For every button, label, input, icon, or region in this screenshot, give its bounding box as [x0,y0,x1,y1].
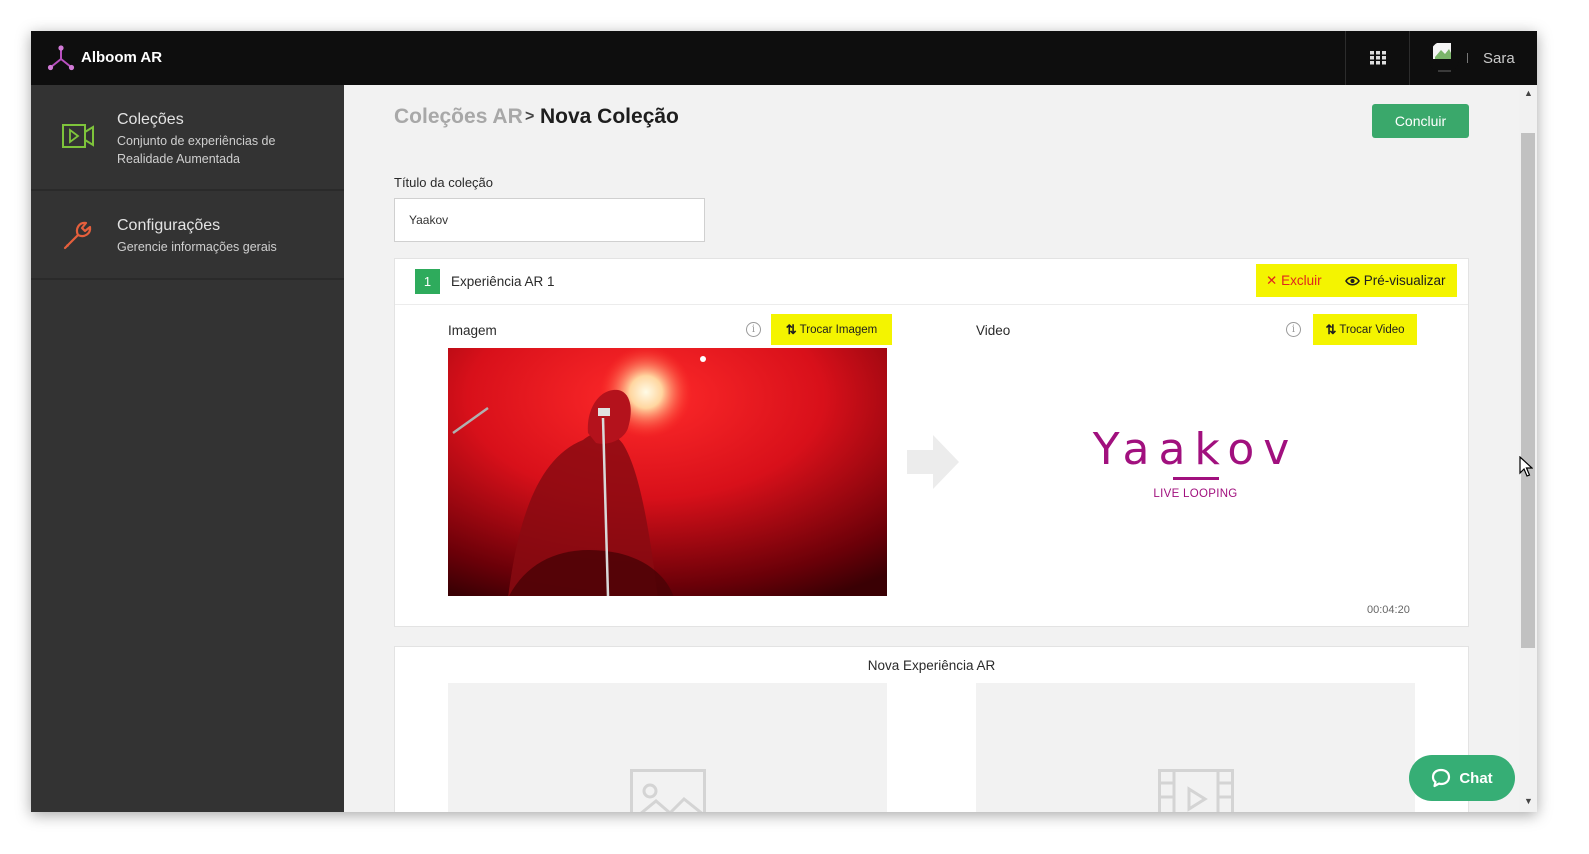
scroll-up-icon[interactable]: ▲ [1524,88,1533,98]
wrench-icon [63,221,92,250]
new-experience-title: Nova Experiência AR [867,658,996,673]
sidebar-item-description: Conjunto de experiências de Realidade Au… [117,134,276,166]
avatar-image-icon [1429,41,1459,75]
video-thumbnail[interactable]: Yaakov LIVE LOOPING [976,348,1415,596]
video-duration: 00:04:20 [1367,604,1410,616]
swap-image-button[interactable]: ⇅ Trocar Imagem [771,314,892,345]
top-bar: Alboom AR Sara [31,31,1537,85]
sidebar-item-title: Coleções [117,111,184,128]
concluir-button[interactable]: Concluir [1372,104,1469,138]
scrollbar[interactable]: ▲ ▼ [1519,85,1537,812]
image-placeholder-icon [630,769,706,812]
experience-title: Experiência AR 1 [451,274,555,289]
swap-video-button[interactable]: ⇅ Trocar Video [1313,314,1417,345]
divider [1173,477,1219,480]
title-field-label: Título da coleção [394,175,494,190]
singer-photo-image [448,348,887,596]
sidebar-item-colecoes[interactable]: Coleções Conjunto de experiências de Rea… [31,85,344,191]
image-label: Imagem [448,323,497,338]
breadcrumb-separator: > [525,108,535,125]
alboom-logo-icon [47,45,75,71]
app-title: Alboom AR [81,49,163,66]
swap-arrows-icon: ⇅ [1325,321,1337,337]
delete-label: Excluir [1281,273,1322,288]
experience-card-header: 1 Experiência AR 1 ✕ Excluir Pré-visuali… [395,259,1468,305]
video-brand-title: Yaakov [1092,424,1299,475]
new-experience-card: Nova Experiência AR [394,646,1469,812]
mouse-cursor-icon [1519,456,1533,477]
title-field[interactable]: Yaakov [394,198,705,242]
user-name[interactable]: Sara [1483,50,1515,67]
image-dropzone[interactable] [448,683,887,812]
divider [1345,31,1346,85]
swap-video-label: Trocar Video [1339,323,1405,336]
avatar[interactable] [1429,41,1459,75]
preview-label: Pré-visualizar [1363,273,1446,288]
chat-label: Chat [1459,769,1493,787]
video-dropzone[interactable] [976,683,1415,812]
info-icon[interactable]: i [746,322,761,337]
sidebar: Coleções Conjunto de experiências de Rea… [31,85,344,812]
preview-button[interactable]: Pré-visualizar [1345,273,1446,288]
swap-image-label: Trocar Imagem [799,323,878,336]
divider [1409,31,1410,85]
app-window: Alboom AR Sara Coleções Conjunto de expe… [31,31,1537,812]
video-label: Video [976,323,1011,338]
chat-button[interactable]: Chat [1409,755,1515,801]
experience-card: 1 Experiência AR 1 ✕ Excluir Pré-visuali… [394,258,1469,627]
grid-icon [1370,51,1386,65]
page-title: Nova Coleção [540,105,679,128]
sidebar-item-configuracoes[interactable]: Configurações Gerencie informações gerai… [31,192,344,280]
sidebar-item-title: Configurações [117,217,221,234]
video-ar-icon [62,124,94,148]
target-image [448,348,887,596]
film-placeholder-icon [1158,769,1234,812]
video-brand-subtitle: LIVE LOOPING [1153,488,1238,500]
divider [1467,53,1468,63]
eye-icon [1345,276,1360,286]
apps-grid-button[interactable] [1361,44,1395,72]
experience-number-badge: 1 [415,269,440,294]
delete-button[interactable]: ✕ Excluir [1266,273,1322,289]
sidebar-item-description: Gerencie informações gerais [117,240,277,254]
main-content: Coleções AR > Nova Coleção Concluir Títu… [344,85,1519,812]
info-icon[interactable]: i [1286,322,1301,337]
breadcrumb-root-link[interactable]: Coleções AR [394,105,523,129]
arrow-right-icon [907,435,959,489]
scroll-down-icon[interactable]: ▼ [1524,796,1533,806]
scrollbar-thumb[interactable] [1521,133,1535,648]
chat-bubble-icon [1432,768,1451,788]
experience-actions: ✕ Excluir Pré-visualizar [1256,264,1457,297]
swap-arrows-icon: ⇅ [785,321,797,337]
close-icon: ✕ [1266,273,1278,288]
